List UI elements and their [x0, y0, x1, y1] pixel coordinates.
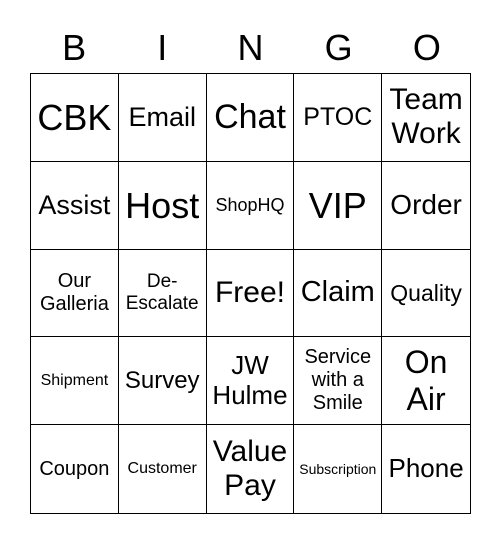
bingo-header: B I N G O — [30, 26, 471, 70]
bingo-cell[interactable]: Host — [118, 161, 207, 250]
bingo-cell[interactable]: On Air — [382, 337, 470, 426]
bingo-cell[interactable]: Our Galleria — [31, 249, 119, 338]
bingo-grid: CBK Email Chat PTOC Team Work Assist Host ShopH… — [30, 73, 471, 514]
bingo-cell[interactable]: Claim — [294, 249, 383, 338]
bingo-cell[interactable]: Coupon — [31, 425, 119, 513]
bingo-cell[interactable]: Customer — [119, 425, 207, 513]
bingo-cell[interactable]: Shipment — [31, 337, 119, 426]
bingo-cell[interactable]: Value Pay — [207, 425, 295, 513]
bingo-cell[interactable]: CBK — [31, 74, 119, 162]
bingo-cell[interactable]: Subscription — [294, 425, 383, 513]
bingo-cell[interactable]: Phone — [382, 425, 470, 513]
header-letter-n: N — [237, 27, 264, 68]
bingo-cell[interactable]: ShopHQ — [206, 161, 295, 250]
bingo-cell[interactable]: Chat — [206, 74, 295, 162]
bingo-cell[interactable]: Team Work — [382, 74, 470, 162]
header-letter-b: B — [62, 27, 87, 68]
bingo-cell[interactable]: Email — [118, 74, 207, 162]
bingo-cell[interactable]: Service with a Smile — [294, 337, 383, 426]
bingo-cell[interactable]: VIP — [294, 161, 383, 250]
header-letter-i: I — [157, 27, 168, 68]
header-letter-o: O — [412, 27, 441, 68]
header-letter-g: G — [324, 27, 353, 68]
bingo-cell[interactable]: Survey — [118, 337, 207, 426]
bingo-cell[interactable]: JW Hulme — [206, 337, 295, 426]
bingo-cell[interactable]: De-Escalate — [118, 249, 207, 338]
bingo-cell[interactable]: Quality — [382, 250, 470, 338]
bingo-cell[interactable]: Order — [382, 162, 470, 250]
bingo-cell[interactable]: Assist — [31, 161, 119, 250]
bingo-cell[interactable]: Free! — [206, 249, 295, 338]
bingo-cell[interactable]: PTOC — [294, 74, 383, 162]
